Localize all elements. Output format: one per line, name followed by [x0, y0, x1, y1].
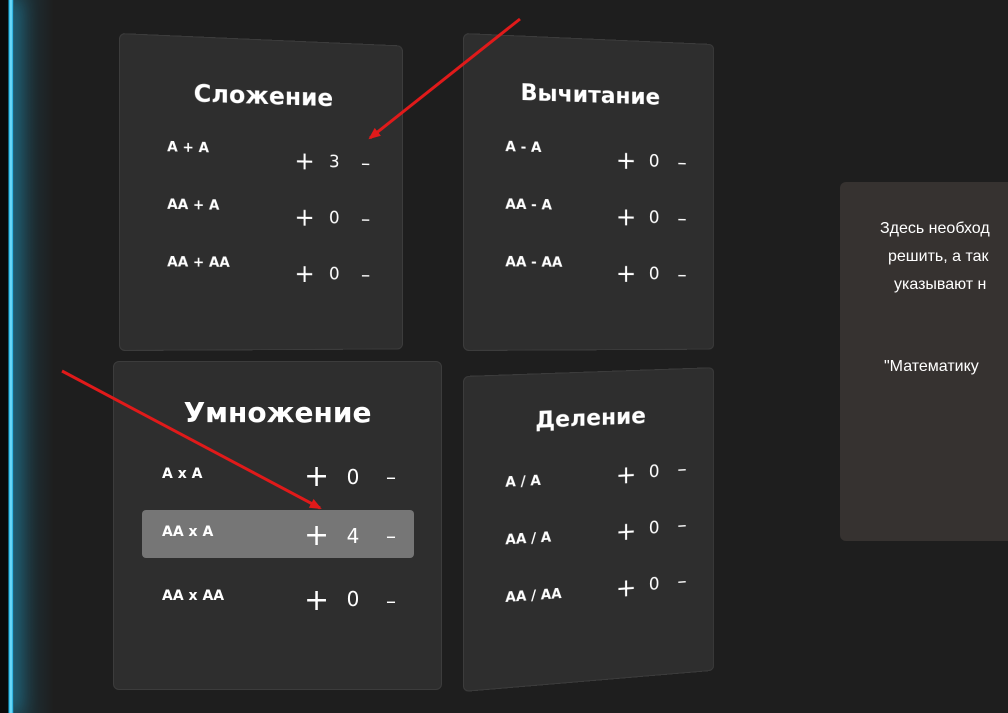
multiplication-panel: Умножение A x A + 0 – AA x A + 4 – AA x … [113, 361, 442, 690]
increment-button[interactable]: + [615, 148, 638, 174]
decrement-button[interactable]: – [673, 512, 691, 538]
subtraction-panel: Вычитание A - A + 0 – AA - A + 0 – AA - … [463, 33, 714, 351]
subtraction-row-aa-minus-a: AA - A + 0 – [464, 192, 713, 243]
decrement-button[interactable]: – [381, 464, 401, 490]
count-value: 0 [645, 149, 664, 175]
count-value: 0 [645, 515, 664, 541]
decrement-button[interactable]: – [356, 262, 374, 287]
count-value: 0 [343, 464, 363, 490]
increment-button[interactable]: + [304, 523, 328, 549]
multiplication-row-aa-x-a[interactable]: AA x A + 4 – [114, 510, 441, 558]
row-label: AA x A [162, 524, 213, 540]
decrement-button[interactable]: – [356, 150, 374, 175]
info-card: Здесь необход решить, а так указывают н … [840, 182, 1008, 541]
row-label: A / A [505, 473, 541, 491]
row-label: AA / A [505, 530, 551, 549]
subtraction-title: Вычитание [464, 78, 713, 112]
increment-button[interactable]: + [293, 205, 315, 231]
row-label: A + A [167, 139, 209, 156]
division-row-a-div-a: A / A + 0 – [464, 453, 713, 513]
increment-button[interactable]: + [615, 575, 638, 602]
count-value: 0 [325, 206, 343, 231]
multiplication-row-a-x-a: A x A + 0 – [114, 454, 441, 502]
row-label: AA - A [505, 197, 552, 214]
decrement-button[interactable]: – [356, 206, 374, 231]
subtraction-row-aa-minus-aa: AA - AA + 0 – [464, 250, 713, 299]
increment-button[interactable]: + [304, 464, 328, 490]
count-value: 0 [645, 571, 664, 598]
count-value: 0 [645, 459, 664, 485]
count-value: 0 [645, 262, 664, 287]
increment-button[interactable]: + [304, 588, 328, 614]
decrement-button[interactable]: – [381, 588, 401, 614]
subtraction-row-a-minus-a: A - A + 0 – [464, 134, 713, 187]
count-value: 0 [325, 262, 343, 287]
increment-button[interactable]: + [615, 462, 638, 489]
edge-glow-fade [14, 0, 54, 713]
row-label: AA x AA [162, 588, 224, 604]
decrement-button[interactable]: – [673, 568, 691, 594]
info-text-line-4: "Математику [884, 358, 1008, 376]
row-label: A - A [505, 139, 541, 156]
multiplication-row-aa-x-aa: AA x AA + 0 – [114, 576, 441, 624]
increment-button[interactable]: + [615, 519, 638, 546]
increment-button[interactable]: + [615, 261, 638, 286]
row-label: AA / AA [505, 586, 561, 606]
row-label: A x A [162, 466, 202, 482]
count-value: 0 [645, 205, 664, 231]
addition-row-aa-plus-a: AA + A + 0 – [120, 192, 402, 243]
decrement-button[interactable]: – [673, 206, 691, 231]
edge-glow-left [0, 0, 14, 713]
division-panel: Деление A / A + 0 – AA / A + 0 – AA / AA… [463, 367, 714, 692]
increment-button[interactable]: + [293, 149, 315, 175]
info-text-line-3: указывают н [894, 276, 1008, 294]
division-title: Деление [464, 401, 713, 437]
info-text-line-2: решить, а так [888, 248, 1008, 266]
division-row-aa-div-a: AA / A + 0 – [464, 508, 713, 571]
count-value: 4 [343, 523, 363, 549]
addition-row-a-plus-a: A + A + 3 – [120, 134, 402, 188]
addition-panel: Сложение A + A + 3 – AA + A + 0 – AA + A… [119, 33, 403, 351]
info-text-line-1: Здесь необход [880, 220, 1008, 238]
decrement-button[interactable]: – [673, 150, 691, 176]
increment-button[interactable]: + [615, 205, 638, 231]
increment-button[interactable]: + [293, 262, 315, 287]
decrement-button[interactable]: – [673, 456, 691, 482]
decrement-button[interactable]: – [673, 262, 691, 287]
addition-row-aa-plus-aa: AA + AA + 0 – [120, 250, 402, 299]
row-label: AA - AA [505, 254, 562, 270]
division-row-aa-div-aa: AA / AA + 0 – [464, 564, 713, 629]
count-value: 0 [343, 586, 363, 612]
multiplication-title: Умножение [114, 396, 441, 429]
decrement-button[interactable]: – [381, 523, 401, 549]
row-label: AA + A [167, 197, 219, 214]
addition-title: Сложение [120, 76, 402, 114]
count-value: 3 [325, 150, 343, 176]
row-label: AA + AA [167, 254, 230, 270]
